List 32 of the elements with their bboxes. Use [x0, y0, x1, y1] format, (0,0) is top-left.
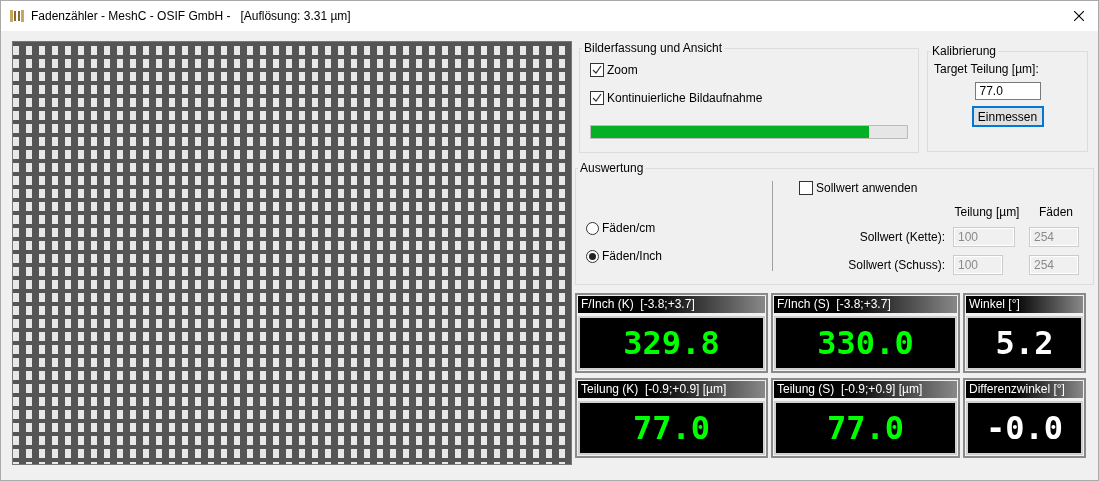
display-title: Winkel [°] — [966, 296, 1083, 313]
app-icon — [9, 8, 25, 24]
checkmark-icon — [591, 64, 603, 76]
checkbox-option[interactable]: Kontinuierliche Bildaufnahme — [590, 91, 908, 105]
checkmark-icon — [591, 92, 603, 104]
display-title: Teilung (S) [-0.9;+0.9] [µm] — [774, 381, 957, 398]
display-title: F/Inch (K) [-3.8;+3.7] — [578, 296, 765, 313]
input-field[interactable]: 77.0 — [974, 82, 1041, 100]
group-title: Kalibrierung — [931, 44, 998, 58]
column-header: Fäden — [1038, 205, 1074, 219]
row-label: Sollwert (Kette): — [858, 230, 945, 244]
window-title: Fadenzähler - MeshC - OSIF GmbH - [Auflösung: 3.31 µm] — [31, 9, 352, 23]
display-value: -0.0 — [985, 412, 1064, 444]
row-label: Sollwert (Schuss): — [847, 258, 945, 272]
display-value: 330.0 — [817, 327, 914, 359]
field-label: Target Teilung [µm]: — [934, 62, 1039, 76]
display-value: 5.2 — [995, 327, 1054, 359]
group-title: Bilderfassung und Ansicht — [583, 41, 724, 55]
checkbox-option[interactable]: Zoom — [590, 63, 908, 77]
radio-option[interactable]: Fäden/cm — [586, 221, 772, 235]
display-value: 77.0 — [826, 412, 905, 444]
display-title: F/Inch (S) [-3.8;+3.7] — [774, 296, 957, 313]
calibrate-button[interactable]: Einmessen — [971, 106, 1044, 127]
radio-option[interactable]: Fäden/Inch — [586, 249, 772, 263]
display-title: Teilung (K) [-0.9;+0.9] [µm] — [578, 381, 765, 398]
close-icon[interactable] — [1074, 11, 1084, 21]
display-title: Differenzwinkel [°] — [966, 381, 1083, 398]
checkbox-option[interactable]: Sollwert anwenden — [799, 181, 1083, 195]
column-header: Teilung [µm] — [953, 205, 1021, 219]
display-value: 329.8 — [623, 327, 720, 359]
group-title: Auswertung — [579, 161, 645, 175]
display-value: 77.0 — [632, 412, 711, 444]
